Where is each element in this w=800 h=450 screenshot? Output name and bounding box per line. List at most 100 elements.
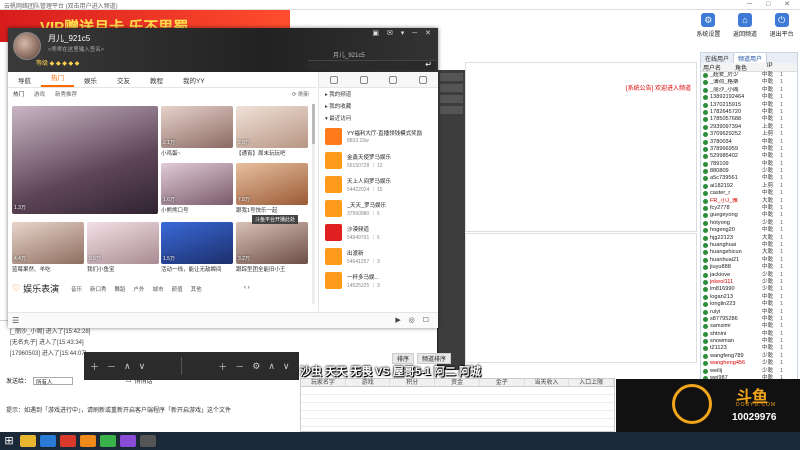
list-item[interactable]: 出渡新 54641257 ｜ 3 [323,246,438,268]
table-row[interactable]: jackiove 少乾 1 [701,272,797,279]
table-row[interactable]: lm816990 少乾 1 [701,286,797,293]
video-card[interactable]: 4.4万 蓝莓果然、羊吃 [12,222,84,273]
tab-dating[interactable]: 交友 [107,75,140,85]
window-controls[interactable]: ─ □ ✕ [747,0,796,8]
add-scene-button[interactable]: ＋ [218,360,227,373]
list-item[interactable]: 沙漠频道 54949791 ｜ 6 [323,222,438,244]
obs-icon[interactable] [140,435,156,447]
move-down-button[interactable]: ∨ [283,361,290,372]
column-header[interactable]: 金子 [480,379,525,386]
list-item[interactable]: 一杯多马娱... 14525225 ｜ 3 [323,270,438,292]
table-row[interactable]: 2939097394 上乾 1 [701,124,797,131]
refresh-button[interactable]: ⟳ 刷新 [292,90,309,98]
video-card[interactable]: 9.5万 我们小鱼宝 [87,222,159,273]
table-row[interactable]: 378966959 中乾 1 [701,146,797,153]
tag-item[interactable]: 户外 [134,285,145,293]
remove-scene-button[interactable]: － [235,360,244,373]
table-row[interactable]: jnkeol111 少乾 1 [701,279,797,286]
tab-channel-users[interactable]: 频道用户 [734,53,768,63]
user-icon[interactable] [359,75,368,84]
column-header[interactable]: 用户名 [701,63,733,72]
video-card[interactable]: 1.3万 [12,106,158,214]
tag-item[interactable]: 城市 [153,285,164,293]
table-row[interactable]: longlin223 中乾 1 [701,301,797,308]
table-row[interactable]: logan213 中乾 1 [701,294,797,301]
column-header[interactable]: 入口上限 [569,379,615,386]
list-item[interactable]: _天天_罗马娱乐 37560980 ｜ 6 [323,198,438,220]
tab-my-yy[interactable]: 我的YY [173,75,215,85]
table-row[interactable]: 3709629252 上剪 1 [701,131,797,138]
video-card[interactable]: 1.6万 小熊熊口号 [161,163,233,214]
table-row[interactable]: huanhuai21 中乾 1 [701,257,797,264]
table-row[interactable]: wangfeng789 少乾 1 [701,353,797,360]
tag-item[interactable]: 其他 [191,285,202,293]
move-down-button[interactable]: ∨ [139,361,146,372]
table-row[interactable]: jiuyu888 中乾 1 [701,264,797,271]
carousel-arrows[interactable]: ‹ › [244,285,250,291]
table-row[interactable]: huanghuai 中乾 1 [701,242,797,249]
list-item[interactable]: YY福利大厅-直播领钱模式奖励 8833.23w [323,126,438,148]
tag-item[interactable]: 颜值 [172,285,183,293]
signature[interactable]: <乖乖在这里输入签名> [48,45,104,53]
column-header[interactable]: IP [765,63,797,71]
app-icon[interactable] [100,435,116,447]
table-row[interactable]: caster_r 中乾 1 [701,190,797,197]
table-row[interactable]: 3780034 中乾 1 [701,139,797,146]
table-row[interactable]: ai182192 上剪 1 [701,183,797,190]
table-row[interactable]: 529985402 中乾 1 [701,153,797,160]
table-row[interactable]: snowman 中乾 1 [701,338,797,345]
tab-online-users[interactable]: 在线用户 [701,53,735,63]
table-row[interactable]: _超爱_厉少 中乾 1 [701,72,797,79]
search-bar[interactable]: ↵ [308,60,436,70]
table-row[interactable]: 1782645720 中乾 1 [701,109,797,116]
table-row[interactable]: _丽沙_小阁 中乾 1 [701,87,797,94]
list-item[interactable]: 金鑫天使罗马娱乐 56150728 ｜ 12 [323,150,438,172]
video-card[interactable]: 1.5万 活动一线，能让无敌瞬间 [161,222,233,273]
yy-icon[interactable] [80,435,96,447]
tab-tutorial[interactable]: 教程 [140,75,173,85]
subtab-hot[interactable]: 热门 [8,90,29,100]
video-card[interactable]: 2.8万 【通宵】周末玩玩吧 [236,106,308,157]
table-row[interactable]: 789109 中乾 1 [701,161,797,168]
section-my-channel[interactable]: ▸ 我的频道 [319,88,438,100]
table-row[interactable]: 13892192464 中乾 1 [701,94,797,101]
table-row[interactable]: s87795286 中乾 1 [701,316,797,323]
enter-arrow-icon[interactable]: ↵ [425,60,432,69]
gear-icon[interactable]: ⚙ [252,361,260,372]
tab-entertainment[interactable]: 娱乐 [74,75,107,85]
group-icon[interactable] [389,75,398,84]
list-item[interactable]: 天上人间罗马娱乐 54422024 ｜ 15 [323,174,438,196]
table-row[interactable]: fcy2778 中乾 1 [701,205,797,212]
section-favorites[interactable]: ▸ 我的收藏 [319,100,438,112]
browser-icon[interactable] [40,435,56,447]
add-source-button[interactable]: ＋ [90,360,99,373]
table-row[interactable]: 880809 少乾 1 [701,168,797,175]
app-icon[interactable] [60,435,76,447]
subtab-newcomer[interactable]: 新秀推荐 [50,90,82,100]
grid-icon[interactable] [419,75,428,84]
tag-item[interactable]: 音乐 [71,285,82,293]
exit-button[interactable]: ⏻ 退出平台 [765,10,799,42]
move-up-button[interactable]: ∧ [268,361,275,372]
table-row[interactable]: huangshicun 大乾 1 [701,249,797,256]
table-row[interactable]: weilij 少乾 1 [701,368,797,375]
video-card[interactable]: 7.8万 跟我1号快乐一起 [236,163,308,214]
menu-icon[interactable]: ☰ [12,316,19,325]
column-header[interactable]: 玩家名字 [301,379,346,386]
table-row[interactable]: hotyong 少乾 1 [701,220,797,227]
table-row[interactable]: guegeyong 中乾 1 [701,212,797,219]
table-row[interactable]: shtnini 中乾 1 [701,331,797,338]
table-row[interactable]: 1370215915 中乾 1 [701,102,797,109]
tag-item[interactable]: 新口秀 [90,285,107,293]
table-row[interactable]: hogeng20 中乾 1 [701,227,797,234]
move-up-button[interactable]: ∧ [124,361,131,372]
table-row[interactable]: FR_小J_雅 大乾 1 [701,198,797,205]
folder-icon[interactable] [20,435,36,447]
avatar[interactable] [13,32,41,60]
table-row[interactable]: a5c739561 中乾 1 [701,175,797,182]
tab-nav[interactable]: 导航 [8,75,41,85]
tab-hot[interactable]: 热门 [41,72,74,87]
table-row[interactable]: hjg22123 大乾 1 [701,235,797,242]
tag-item[interactable]: 舞蹈 [115,285,126,293]
remove-source-button[interactable]: － [107,360,116,373]
